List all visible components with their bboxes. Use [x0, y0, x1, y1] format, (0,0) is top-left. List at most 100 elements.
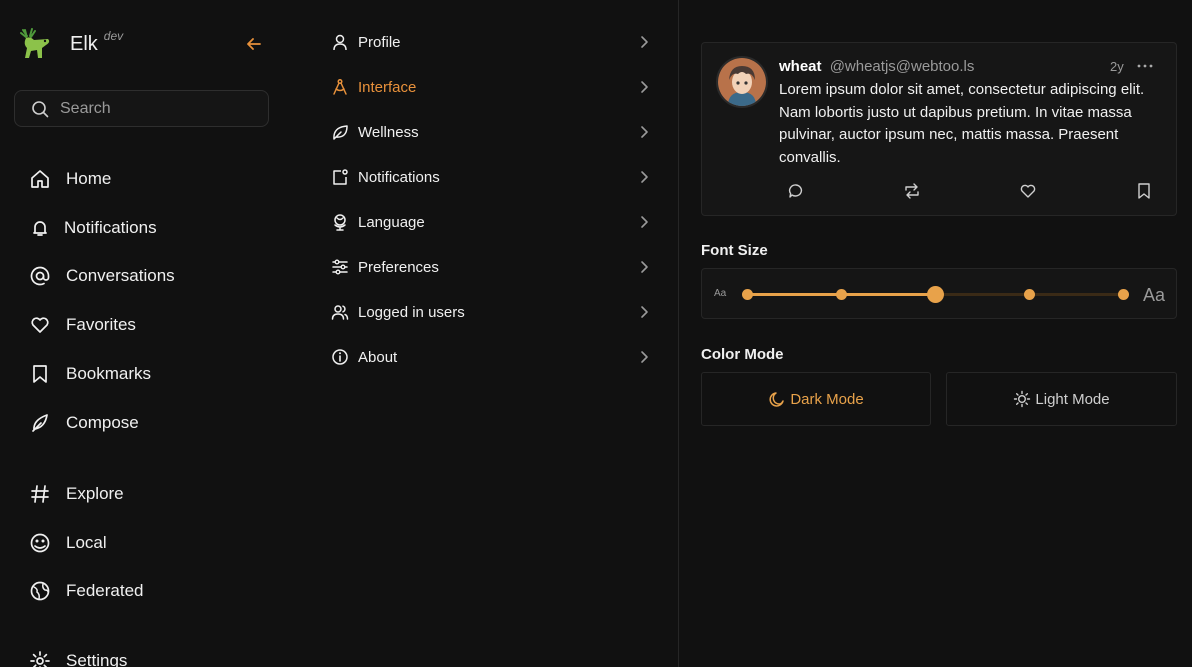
user-icon: [333, 34, 347, 51]
nav-settings[interactable]: Settings: [28, 646, 127, 667]
font-size-small-label: Aa: [714, 288, 727, 299]
light-mode-button[interactable]: Light Mode: [946, 372, 1177, 426]
elk-logo-icon: [20, 28, 50, 58]
favorite-icon[interactable]: [1019, 182, 1037, 200]
nav-explore[interactable]: Explore: [28, 479, 124, 509]
settings-item-label: Interface: [358, 78, 417, 96]
at-icon: [30, 266, 50, 286]
feather-icon: [32, 414, 48, 432]
nav-label: Conversations: [66, 266, 175, 285]
font-size-large-label: Aa: [1143, 285, 1166, 305]
compass-icon: [333, 78, 347, 95]
collapse-arrow-icon[interactable]: [244, 34, 264, 54]
settings-item-label: Wellness: [358, 123, 419, 141]
color-mode-title: Color Mode: [701, 346, 784, 363]
chevron-right-icon: [641, 306, 648, 318]
font-size-stop[interactable]: [1117, 289, 1129, 300]
settings-item-label: Logged in users: [358, 303, 465, 321]
hash-icon: [31, 485, 49, 503]
dark-mode-button[interactable]: Dark Mode: [701, 372, 931, 426]
brand[interactable]: Elk dev: [18, 24, 123, 64]
avatar-image: [718, 58, 766, 106]
sidebar: Elk dev Home Notifications Conversations: [0, 0, 290, 667]
settings-item-about[interactable]: About: [330, 342, 660, 372]
bookmark-icon[interactable]: [1135, 182, 1153, 200]
settings-item-language[interactable]: Language: [330, 207, 660, 237]
nav-label: Compose: [66, 413, 139, 432]
nav-conversations[interactable]: Conversations: [28, 261, 175, 291]
nav-home[interactable]: Home: [28, 164, 111, 194]
post-handle[interactable]: @wheatjs@webtoo.ls: [830, 58, 975, 75]
brand-tag: dev: [103, 29, 124, 43]
font-size-thumb[interactable]: [926, 286, 944, 303]
users-icon: [331, 305, 349, 320]
post-display-name[interactable]: wheat: [779, 58, 822, 75]
settings-item-profile[interactable]: Profile: [330, 27, 660, 57]
font-size-title: Font Size: [701, 242, 768, 259]
nav-label: Explore: [66, 484, 124, 503]
globe-icon: [30, 581, 50, 601]
boost-icon[interactable]: [903, 182, 921, 200]
nav-local[interactable]: Local: [28, 528, 107, 558]
settings-item-wellness[interactable]: Wellness: [330, 117, 660, 147]
nav-favorites[interactable]: Favorites: [28, 310, 136, 340]
search-box[interactable]: [14, 90, 269, 127]
settings-item-interface[interactable]: Interface: [330, 72, 660, 102]
nav-notifications[interactable]: Notifications: [28, 213, 157, 243]
more-options-icon[interactable]: [1136, 57, 1154, 75]
settings-item-label: Language: [358, 213, 425, 231]
nav-label: Bookmarks: [66, 364, 152, 383]
nav-label: Favorites: [66, 315, 136, 334]
moon-icon: [769, 392, 785, 407]
font-size-stop[interactable]: [741, 289, 753, 300]
font-size-stop[interactable]: [1023, 289, 1035, 300]
reply-icon[interactable]: [787, 182, 805, 200]
nav-label: Local: [66, 533, 107, 552]
light-mode-label: Light Mode: [1035, 390, 1110, 408]
panel-divider: [678, 0, 679, 667]
nav-bookmarks[interactable]: Bookmarks: [28, 359, 151, 389]
font-size-track[interactable]: [741, 286, 1129, 303]
app-root: Elk dev Home Notifications Conversations: [0, 0, 1192, 667]
nav-label: Settings: [66, 651, 128, 667]
settings-item-label: Profile: [358, 33, 401, 51]
chevron-right-icon: [641, 216, 648, 228]
font-size-slider[interactable]: Aa Aa: [701, 268, 1177, 319]
post-time[interactable]: 2y: [1110, 59, 1124, 74]
chevron-right-icon: [641, 171, 648, 183]
post-actions: [702, 182, 1178, 202]
search-input[interactable]: [60, 99, 250, 118]
home-icon: [31, 170, 49, 188]
dark-mode-label: Dark Mode: [790, 390, 864, 408]
settings-item-label: Preferences: [358, 258, 439, 276]
avatar[interactable]: [716, 56, 768, 108]
nav-federated[interactable]: Federated: [28, 576, 144, 606]
nav-compose[interactable]: Compose: [28, 408, 139, 438]
nav-label: Federated: [66, 581, 144, 600]
settings-item-label: About: [358, 348, 398, 366]
bookmark-icon: [33, 365, 47, 383]
chevron-right-icon: [641, 351, 648, 363]
search-icon: [32, 100, 49, 117]
bell-icon: [33, 221, 47, 236]
gear-icon: [30, 651, 50, 667]
settings-item-notifications[interactable]: Notifications: [330, 162, 660, 192]
notification-icon: [333, 169, 348, 185]
post-header: wheat @wheatjs@webtoo.ls: [779, 58, 974, 75]
chevron-right-icon: [641, 261, 648, 273]
nav-label: Notifications: [64, 218, 157, 237]
nav-label: Home: [66, 169, 112, 188]
chevron-right-icon: [641, 81, 648, 93]
local-icon: [30, 533, 50, 553]
chevron-right-icon: [641, 126, 648, 138]
sliders-icon: [332, 259, 348, 275]
font-size-stop[interactable]: [835, 289, 847, 300]
settings-item-preferences[interactable]: Preferences: [330, 252, 660, 282]
sun-icon: [1014, 390, 1031, 408]
language-icon: [334, 214, 346, 231]
settings-item-logged-in-users[interactable]: Logged in users: [330, 297, 660, 327]
preview-post-card: wheat @wheatjs@webtoo.ls 2y Lorem ipsum …: [701, 42, 1177, 216]
chevron-right-icon: [641, 36, 648, 48]
settings-item-label: Notifications: [358, 168, 440, 186]
brand-name: Elk: [70, 32, 98, 55]
